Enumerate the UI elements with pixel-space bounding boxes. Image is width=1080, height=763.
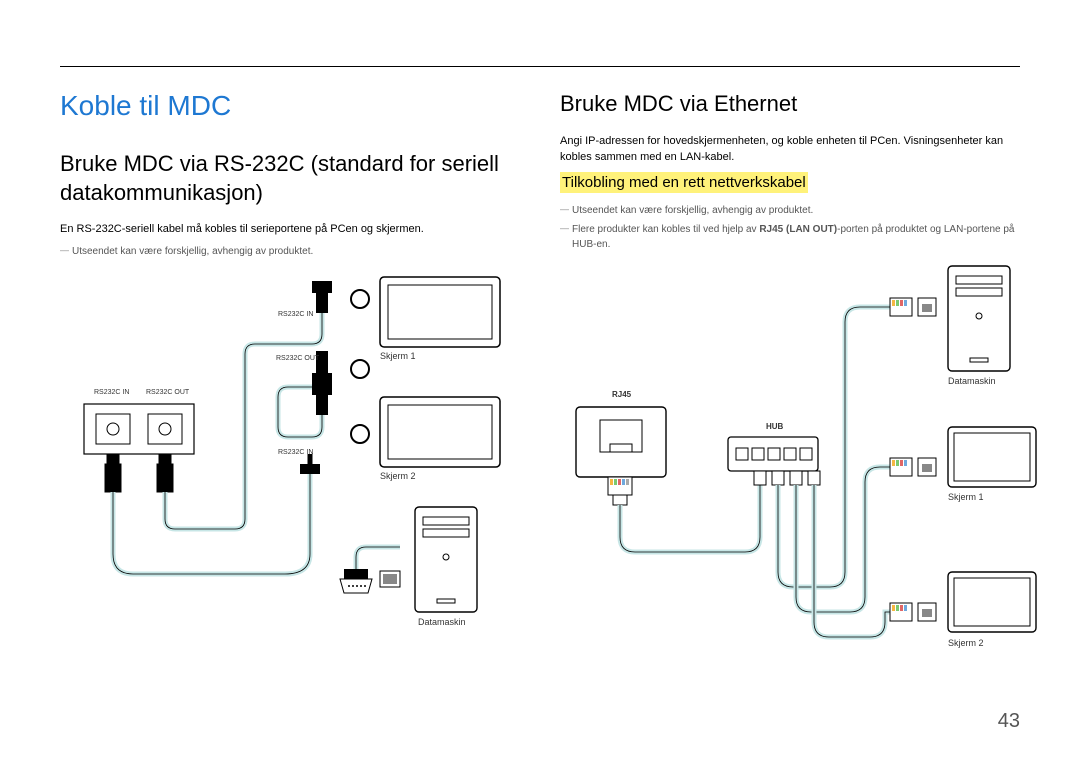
page-title: Koble til MDC	[60, 90, 520, 122]
label-hub: HUB	[766, 422, 783, 431]
right-note1: Utseendet kan være forskjellig, avhengig…	[560, 203, 1020, 218]
left-paragraph: En RS-232C-seriell kabel må kobles til s…	[60, 221, 520, 238]
right-column: Bruke MDC via Ethernet Angi IP-adressen …	[560, 90, 1020, 692]
right-note2: Flere produkter kan kobles til ved hjelp…	[560, 222, 1020, 252]
left-diagram: RS232C IN RS232C OUT RS232C IN RS232C OU…	[60, 269, 520, 649]
left-column: Koble til MDC Bruke MDC via RS-232C (sta…	[60, 90, 520, 692]
label-skjerm1-right: Skjerm 1	[948, 492, 984, 502]
label-datamaskin-right: Datamaskin	[948, 376, 996, 386]
label-rs232c-in-top: RS232C IN	[94, 389, 129, 396]
right-heading: Bruke MDC via Ethernet	[560, 90, 1020, 119]
label-skjerm2-right: Skjerm 2	[948, 638, 984, 648]
right-paragraph: Angi IP-adressen for hovedskjermenheten,…	[560, 133, 1020, 166]
right-diagram: RJ45 HUB Datamaskin Skjerm 1 Skjerm 2	[560, 262, 1020, 692]
label-rj45: RJ45	[612, 390, 631, 399]
label-skjerm2-left: Skjerm 2	[380, 471, 416, 481]
label-skjerm1-left: Skjerm 1	[380, 351, 416, 361]
label-rs232c-out-top: RS232C OUT	[146, 389, 189, 396]
left-heading: Bruke MDC via RS-232C (standard for seri…	[60, 150, 520, 207]
right-subheading: Tilkobling med en rett nettverkskabel	[560, 172, 808, 193]
label-rs232c-in-1: RS232C IN	[278, 311, 313, 318]
label-datamaskin-left: Datamaskin	[418, 617, 466, 627]
left-note: Utseendet kan være forskjellig, avhengig…	[60, 244, 520, 259]
page-number: 43	[998, 710, 1020, 733]
label-rs232c-out-mid: RS232C OUT	[276, 355, 319, 362]
label-rs232c-in-2: RS232C IN	[278, 449, 313, 456]
